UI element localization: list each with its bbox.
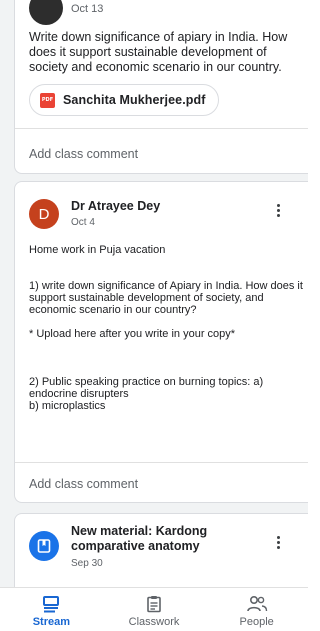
post-card: Oct 13 Write down significance of apiary… [14,0,308,174]
pdf-file-icon: PDF [40,92,55,108]
avatar[interactable]: D [29,199,59,229]
post-date: Sep 30 [71,558,103,569]
attachment-name: Sanchita Mukherjee.pdf [63,93,206,107]
more-options-icon[interactable] [274,204,282,217]
bottom-navigation: Stream Classwork People [0,587,308,631]
divider [15,462,308,463]
post-date: Oct 13 [71,3,104,15]
stream-icon [41,594,61,614]
add-class-comment-button[interactable]: Add class comment [29,147,138,161]
material-title: New material: Kardong comparative anatom… [71,524,208,553]
more-options-icon[interactable] [274,536,282,549]
attachment-chip[interactable]: PDF Sanchita Mukherjee.pdf [29,84,219,116]
post-date: Oct 4 [71,217,95,228]
add-class-comment-button[interactable]: Add class comment [29,477,138,491]
nav-label: Stream [32,616,70,628]
post-body: Write down significance of apiary in Ind… [29,30,288,74]
nav-label: Classwork [128,616,180,628]
class-stream: Oct 13 Write down significance of apiary… [0,0,308,587]
nav-stream[interactable]: Stream [0,588,103,631]
avatar[interactable] [29,0,63,25]
nav-label: People [239,616,274,628]
post-author: Dr Atrayee Dey [71,199,161,213]
post-body: Home work in Puja vacation 1) write down… [29,244,303,412]
post-card: D Dr Atrayee Dey Oct 4 Home work in Puja… [14,181,308,503]
nav-people[interactable]: People [205,588,308,631]
classwork-icon [145,594,163,614]
material-icon [29,531,59,561]
people-icon [246,594,268,614]
nav-classwork[interactable]: Classwork [103,588,206,631]
divider [15,128,308,129]
material-card[interactable]: New material: Kardong comparative anatom… [14,513,308,587]
